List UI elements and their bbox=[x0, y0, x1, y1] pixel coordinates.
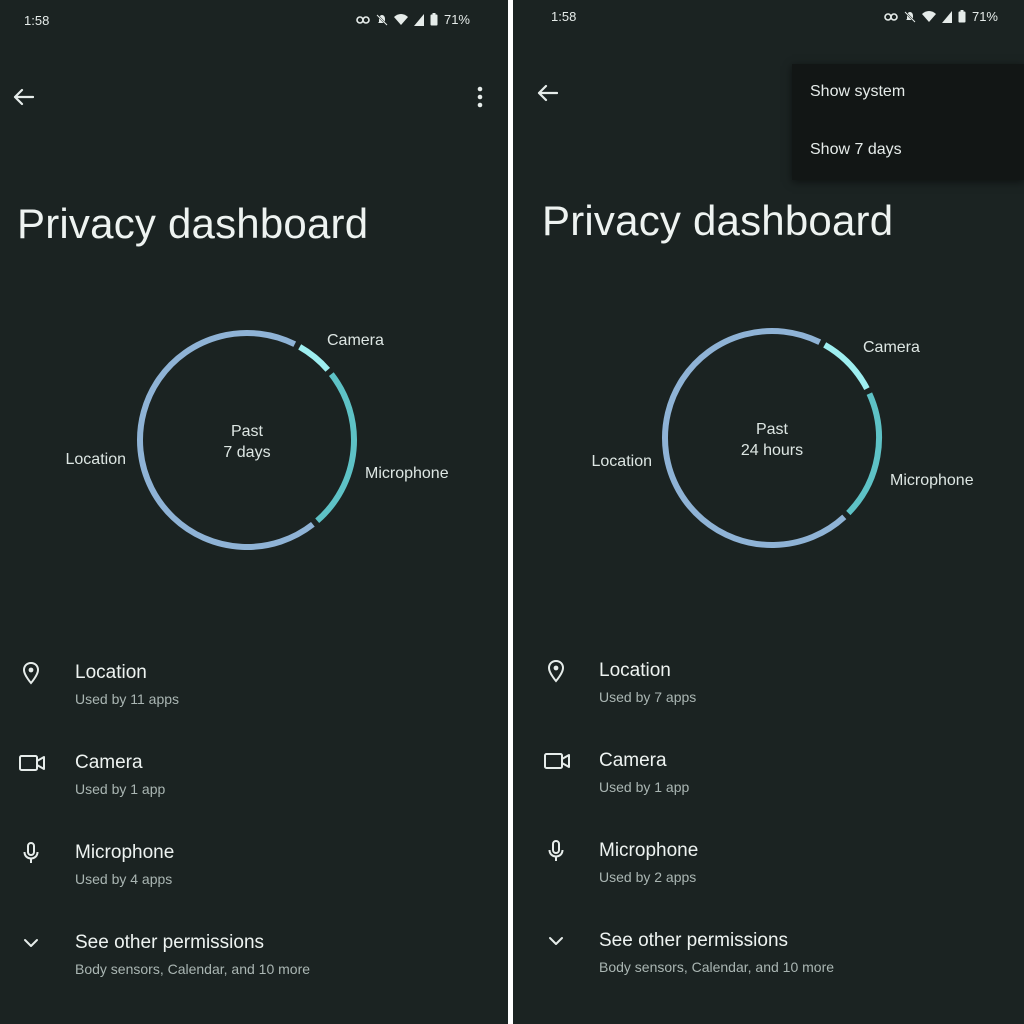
status-time: 1:58 bbox=[551, 9, 577, 24]
signal-icon bbox=[941, 10, 952, 23]
permission-subtitle: Body sensors, Calendar, and 10 more bbox=[75, 961, 311, 977]
donut-label-location: Location bbox=[66, 451, 127, 468]
donut-label-microphone: Microphone bbox=[365, 465, 449, 482]
wifi-icon bbox=[393, 13, 408, 25]
back-button[interactable] bbox=[10, 84, 36, 110]
permission-item-see-other-permissions[interactable]: See other permissions Body sensors, Calen… bbox=[513, 920, 1024, 990]
permission-subtitle: Used by 11 apps bbox=[75, 691, 180, 707]
mute-icon bbox=[376, 13, 388, 26]
status-bar: 1:58 71% bbox=[513, 0, 1024, 40]
signal-icon bbox=[413, 13, 424, 26]
location-pin-icon bbox=[543, 658, 569, 684]
status-bar: 1:58 71% bbox=[0, 0, 508, 40]
arrow-back-icon bbox=[537, 84, 558, 102]
overflow-menu: Show system Show 7 days bbox=[792, 64, 1024, 180]
usage-donut-chart: Location Camera Microphone Past 24 hours bbox=[592, 328, 974, 548]
menu-item-show-system[interactable]: Show system bbox=[810, 83, 905, 101]
permission-item-microphone[interactable]: Microphone Used by 2 apps bbox=[513, 830, 1024, 900]
phone-screen-left: 1:58 71% Privacy dashboard Location Camer… bbox=[0, 0, 508, 1024]
donut-segment-location bbox=[137, 330, 315, 550]
overflow-menu-button[interactable] bbox=[470, 84, 490, 110]
donut-center-line-2: 7 days bbox=[223, 444, 270, 461]
status-time: 1:58 bbox=[24, 13, 50, 28]
status-icons: 71% bbox=[356, 12, 470, 27]
donut-center-line-1: Past bbox=[231, 423, 264, 440]
battery-percent: 71% bbox=[971, 9, 998, 24]
menu-item-show-7-days[interactable]: Show 7 days bbox=[810, 141, 902, 159]
donut-label-camera: Camera bbox=[327, 332, 384, 349]
permission-title: Location bbox=[599, 660, 671, 681]
chevron-down-icon bbox=[543, 928, 569, 954]
permission-title: See other permissions bbox=[75, 932, 265, 953]
link-icon bbox=[356, 15, 370, 24]
permission-item-location[interactable]: Location Used by 11 apps bbox=[0, 652, 508, 722]
donut-segment-camera bbox=[298, 344, 331, 372]
permission-item-location[interactable]: Location Used by 7 apps bbox=[513, 650, 1024, 720]
permission-title: Location bbox=[75, 662, 147, 683]
donut-center-line-2: 24 hours bbox=[741, 442, 803, 459]
battery-percent: 71% bbox=[443, 12, 470, 27]
page-title: Privacy dashboard bbox=[542, 197, 894, 244]
location-pin-icon bbox=[18, 660, 44, 686]
chevron-down-icon bbox=[18, 930, 44, 956]
permission-subtitle: Used by 1 app bbox=[75, 781, 166, 797]
donut-center-line-1: Past bbox=[756, 421, 789, 438]
permission-subtitle: Used by 4 apps bbox=[75, 871, 173, 887]
permission-item-microphone[interactable]: Microphone Used by 4 apps bbox=[0, 832, 508, 902]
donut-label-camera: Camera bbox=[863, 339, 920, 356]
permission-subtitle: Used by 7 apps bbox=[599, 689, 697, 705]
permission-title: Camera bbox=[75, 752, 143, 773]
permission-title: Microphone bbox=[599, 840, 699, 861]
link-icon bbox=[884, 12, 898, 21]
wifi-icon bbox=[921, 10, 936, 22]
permission-subtitle: Used by 2 apps bbox=[599, 869, 697, 885]
usage-donut-chart: Location Camera Microphone Past 7 days bbox=[66, 330, 449, 550]
permission-item-camera[interactable]: Camera Used by 1 app bbox=[513, 740, 1024, 810]
arrow-back-icon bbox=[13, 88, 34, 106]
more-vert-icon bbox=[477, 86, 483, 108]
donut-segment-microphone bbox=[846, 392, 882, 516]
battery-icon bbox=[430, 13, 438, 26]
permission-title: Microphone bbox=[75, 842, 175, 863]
mute-icon bbox=[904, 10, 916, 23]
back-button[interactable] bbox=[534, 80, 560, 106]
camera-icon bbox=[18, 750, 45, 776]
donut-segment-camera bbox=[823, 342, 870, 391]
microphone-icon bbox=[543, 838, 569, 864]
permission-title: See other permissions bbox=[599, 930, 789, 951]
microphone-icon bbox=[18, 840, 44, 866]
phone-screen-right: 1:58 71% Privacy dashboard Location Camer… bbox=[513, 0, 1024, 1024]
status-icons: 71% bbox=[884, 9, 998, 24]
camera-icon bbox=[543, 748, 570, 774]
permission-subtitle: Body sensors, Calendar, and 10 more bbox=[599, 959, 835, 975]
page-title: Privacy dashboard bbox=[17, 200, 369, 247]
permission-item-see-other-permissions[interactable]: See other permissions Body sensors, Calen… bbox=[0, 922, 508, 992]
permission-subtitle: Used by 1 app bbox=[599, 779, 690, 795]
donut-label-location: Location bbox=[592, 453, 653, 470]
donut-segment-location bbox=[662, 328, 847, 548]
permission-title: Camera bbox=[599, 750, 667, 771]
donut-label-microphone: Microphone bbox=[890, 472, 974, 489]
permission-item-camera[interactable]: Camera Used by 1 app bbox=[0, 742, 508, 812]
battery-icon bbox=[958, 10, 966, 23]
donut-segment-microphone bbox=[315, 372, 357, 524]
